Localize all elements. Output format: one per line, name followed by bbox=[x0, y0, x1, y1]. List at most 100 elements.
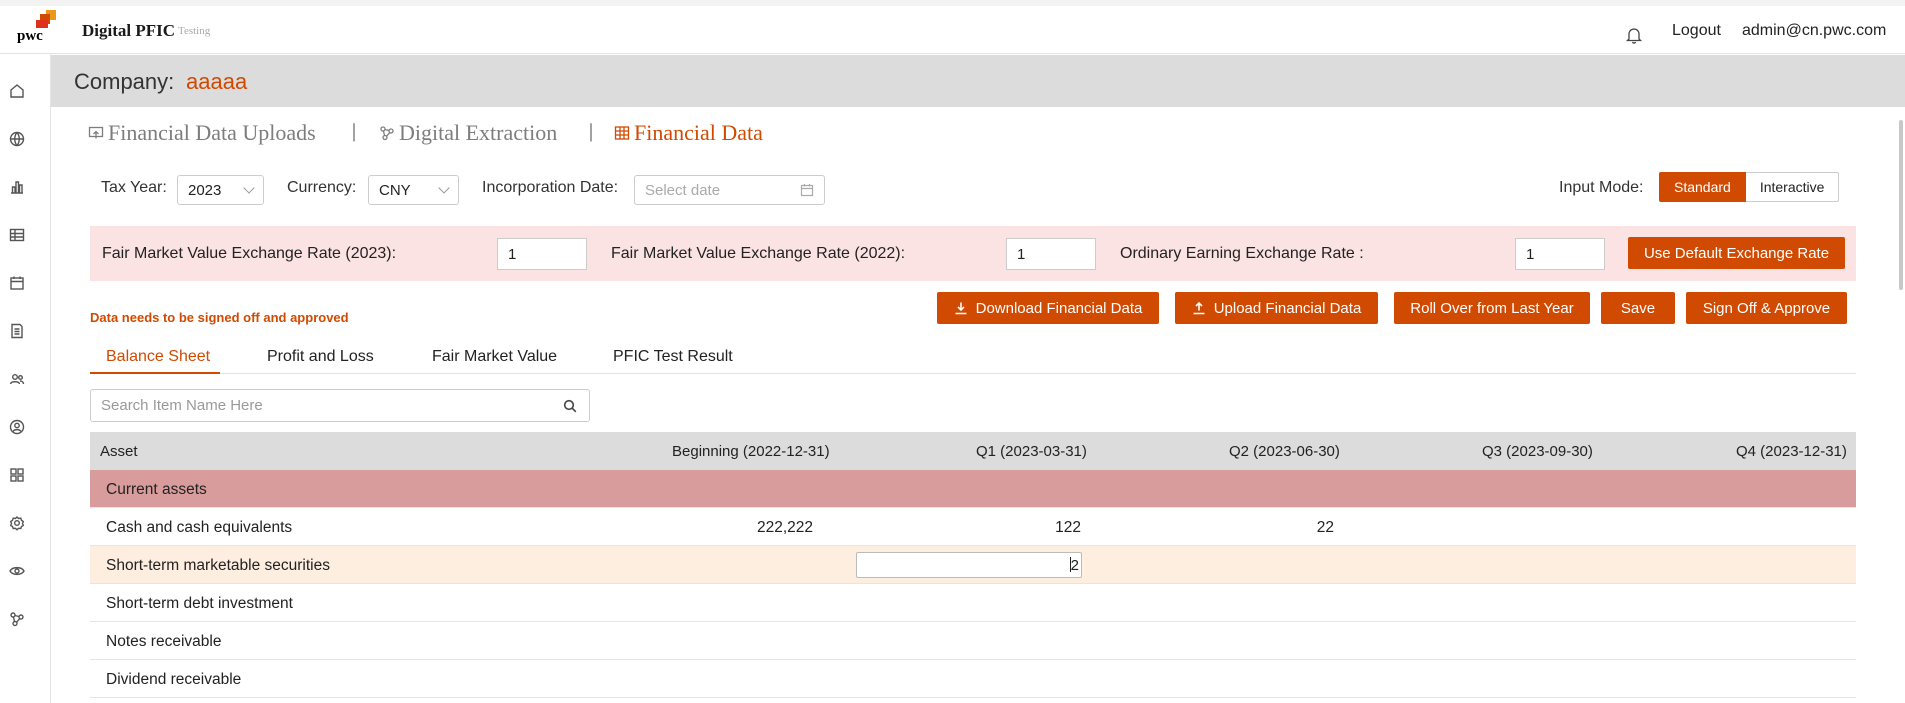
table-row[interactable]: Notes receivable bbox=[90, 622, 1856, 660]
table-row[interactable]: Cash and cash equivalents 222,222 122 22 bbox=[90, 508, 1856, 546]
active-tab-indicator bbox=[90, 372, 220, 374]
exchange-rate-bar: Fair Market Value Exchange Rate (2023): … bbox=[90, 226, 1856, 281]
date-placeholder: Select date bbox=[645, 182, 721, 199]
column-header: Asset bbox=[100, 443, 138, 460]
page-scrollbar[interactable] bbox=[1899, 120, 1903, 290]
column-header: Q3 (2023-09-30) bbox=[1482, 443, 1593, 460]
nav-label-financial: Financial Data bbox=[634, 120, 763, 145]
tax-year-label: Tax Year: bbox=[101, 179, 167, 196]
column-header: Q4 (2023-12-31) bbox=[1736, 443, 1847, 460]
notification-bell-icon[interactable] bbox=[1624, 25, 1644, 45]
currency-label: Currency: bbox=[287, 179, 357, 196]
incorporation-date-picker[interactable]: Select date bbox=[634, 175, 825, 205]
balance-sheet-table: Asset Beginning (2022-12-31) Q1 (2023-03… bbox=[90, 432, 1856, 698]
tab-fair-market-value[interactable]: Fair Market Value bbox=[432, 348, 557, 366]
save-button[interactable]: Save bbox=[1601, 292, 1675, 324]
tab-balance-sheet[interactable]: Balance Sheet bbox=[106, 348, 210, 366]
upload-label: Upload Financial Data bbox=[1213, 299, 1362, 317]
calendar-icon bbox=[800, 184, 814, 197]
signoff-warning: Data needs to be signed off and approved bbox=[90, 310, 349, 325]
users-icon[interactable] bbox=[8, 370, 26, 388]
row-label: Cash and cash equivalents bbox=[106, 519, 293, 536]
column-header: Q2 (2023-06-30) bbox=[1229, 443, 1340, 460]
download-label: Download Financial Data bbox=[975, 299, 1143, 317]
search-input[interactable] bbox=[101, 397, 541, 414]
search-icon[interactable] bbox=[563, 399, 577, 413]
settings-icon[interactable] bbox=[8, 514, 26, 532]
company-label: Company: bbox=[74, 69, 175, 94]
logo-text: pwc bbox=[17, 28, 43, 44]
upload-board-icon bbox=[88, 126, 104, 139]
network-icon[interactable] bbox=[8, 610, 26, 628]
chart-bar-icon[interactable] bbox=[8, 178, 26, 196]
table-row[interactable]: Short-term debt investment bbox=[90, 584, 1856, 622]
cell-edit-value: 2 bbox=[1070, 557, 1079, 574]
currency-value: CNY bbox=[379, 182, 411, 199]
tab-pfic-test-result[interactable]: PFIC Test Result bbox=[613, 348, 733, 366]
row-label: Short-term marketable securities bbox=[106, 557, 330, 574]
group-label: Current assets bbox=[106, 481, 207, 498]
nav-label-uploads: Financial Data Uploads bbox=[108, 120, 316, 145]
tax-year-value: 2023 bbox=[188, 182, 222, 199]
apps-grid-icon[interactable] bbox=[8, 466, 26, 484]
mode-interactive-button[interactable]: Interactive bbox=[1745, 172, 1840, 202]
input-mode-toggle: Standard Interactive bbox=[1659, 172, 1840, 202]
currency-select[interactable]: CNY bbox=[368, 175, 459, 205]
chevron-down-icon bbox=[438, 182, 450, 194]
globe-icon[interactable] bbox=[8, 130, 26, 148]
chevron-down-icon bbox=[243, 182, 255, 194]
company-bar: Company: aaaaa bbox=[51, 55, 1905, 107]
cell-value[interactable]: 222,222 bbox=[757, 519, 813, 537]
table-icon bbox=[614, 126, 630, 140]
table-row[interactable]: Short-term marketable securities 2 bbox=[90, 546, 1856, 584]
upload-financial-data-button[interactable]: Upload Financial Data bbox=[1175, 292, 1378, 324]
app-title: Digital PFIC bbox=[82, 21, 176, 40]
top-bar: pwc Digital PFIC Testing Logout admin@cn… bbox=[0, 0, 1905, 54]
fmv-2023-label: Fair Market Value Exchange Rate (2023): bbox=[102, 245, 397, 262]
download-financial-data-button[interactable]: Download Financial Data bbox=[937, 292, 1159, 324]
nav-financial-data[interactable]: Financial Data bbox=[614, 120, 763, 146]
eye-icon[interactable] bbox=[8, 562, 26, 580]
column-header: Q1 (2023-03-31) bbox=[976, 443, 1087, 460]
table-header: Asset Beginning (2022-12-31) Q1 (2023-03… bbox=[90, 432, 1856, 470]
logout-link[interactable]: Logout bbox=[1672, 22, 1721, 40]
table-icon[interactable] bbox=[8, 226, 26, 244]
item-search bbox=[90, 389, 590, 422]
input-mode-label: Input Mode: bbox=[1559, 179, 1644, 196]
fmv-2023-input[interactable]: 1 bbox=[497, 238, 587, 270]
document-icon[interactable] bbox=[8, 322, 26, 340]
row-label: Notes receivable bbox=[106, 633, 222, 650]
mode-standard-button[interactable]: Standard bbox=[1659, 172, 1746, 202]
tax-year-select[interactable]: 2023 bbox=[177, 175, 264, 205]
tab-profit-and-loss[interactable]: Profit and Loss bbox=[267, 348, 374, 366]
cell-edit-input[interactable]: 2 bbox=[856, 552, 1082, 578]
user-email[interactable]: admin@cn.pwc.com bbox=[1742, 22, 1886, 40]
nav-digital-extraction[interactable]: Digital Extraction bbox=[379, 120, 557, 146]
nav-label-extraction: Digital Extraction bbox=[399, 120, 558, 145]
nav-financial-data-uploads[interactable]: Financial Data Uploads bbox=[88, 120, 316, 146]
sidebar bbox=[0, 54, 51, 703]
pwc-logo[interactable]: pwc bbox=[14, 10, 60, 50]
fmv-2022-label: Fair Market Value Exchange Rate (2022): bbox=[611, 245, 906, 262]
sign-off-approve-button[interactable]: Sign Off & Approve bbox=[1686, 292, 1847, 324]
ordinary-earning-label: Ordinary Earning Exchange Rate : bbox=[1120, 245, 1364, 262]
nav-separator: | bbox=[589, 120, 594, 142]
fmv-2022-input[interactable]: 1 bbox=[1006, 238, 1096, 270]
use-default-exchange-rate-button[interactable]: Use Default Exchange Rate bbox=[1628, 237, 1845, 269]
incorporation-date-label: Incorporation Date: bbox=[482, 179, 619, 196]
user-circle-icon[interactable] bbox=[8, 418, 26, 436]
ordinary-earning-input[interactable]: 1 bbox=[1515, 238, 1605, 270]
home-icon[interactable] bbox=[8, 82, 26, 100]
table-row[interactable]: Dividend receivable bbox=[90, 660, 1856, 698]
company-name: aaaaa bbox=[186, 69, 248, 94]
row-label: Short-term debt investment bbox=[106, 595, 293, 612]
column-header: Beginning (2022-12-31) bbox=[672, 443, 830, 460]
environment-label: Testing bbox=[178, 25, 211, 37]
calendar-icon[interactable] bbox=[8, 274, 26, 292]
roll-over-button[interactable]: Roll Over from Last Year bbox=[1394, 292, 1590, 324]
cell-value[interactable]: 122 bbox=[1055, 519, 1081, 537]
cell-value[interactable]: 22 bbox=[1317, 519, 1334, 537]
group-row: Current assets bbox=[90, 470, 1856, 508]
network-icon bbox=[380, 126, 394, 141]
nav-separator: | bbox=[352, 120, 357, 142]
